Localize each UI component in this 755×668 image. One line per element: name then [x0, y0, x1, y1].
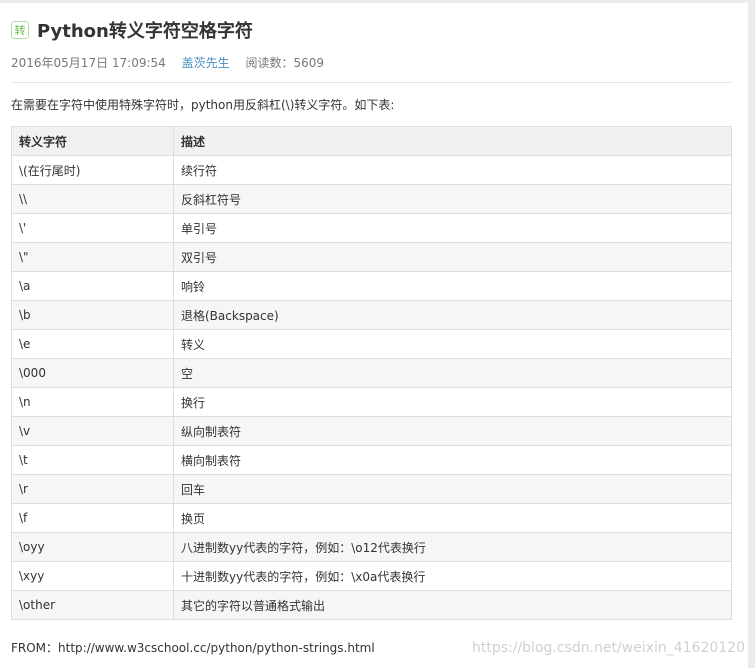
description-cell: 空 — [173, 358, 732, 388]
escape-cell: \' — [11, 213, 174, 243]
table-row: \b 退格(Backspace) — [11, 300, 732, 330]
header-description: 描述 — [173, 126, 732, 156]
description-cell: 回车 — [173, 474, 732, 504]
escape-cell: \oyy — [11, 532, 174, 562]
description-cell: 其它的字符以普通格式输出 — [173, 590, 732, 620]
table-row: \n 换行 — [11, 387, 732, 417]
article-title: Python转义字符空格字符 — [37, 21, 253, 42]
read-count: 阅读数：5609 — [245, 56, 325, 70]
description-cell: 纵向制表符 — [173, 416, 732, 446]
description-cell: 退格(Backspace) — [173, 300, 732, 330]
escape-cell: \b — [11, 300, 174, 330]
escape-table: 转义字符 描述 \(在行尾时) 续行符 \\ 反斜杠符号 \' 单引号 \" 双… — [11, 126, 732, 620]
description-cell: 十进制数yy代表的字符，例如：\x0a代表换行 — [173, 561, 732, 591]
table-row: \v 纵向制表符 — [11, 416, 732, 446]
divider — [11, 82, 732, 83]
escape-cell: \other — [11, 590, 174, 620]
table-row: \000 空 — [11, 358, 732, 388]
table-row: \other 其它的字符以普通格式输出 — [11, 590, 732, 620]
table-row: \e 转义 — [11, 329, 732, 359]
publish-date: 2016年05月17日 17:09:54 — [11, 56, 166, 70]
description-cell: 转义 — [173, 329, 732, 359]
blog-watermark: https://blog.csdn.net/weixin_41620120 — [471, 640, 745, 656]
table-row: \xyy 十进制数yy代表的字符，例如：\x0a代表换行 — [11, 561, 732, 591]
article-header: 转 Python转义字符空格字符 — [11, 18, 253, 42]
escape-cell: \a — [11, 271, 174, 301]
table-row: \" 双引号 — [11, 242, 732, 272]
description-cell: 横向制表符 — [173, 445, 732, 475]
description-cell: 换行 — [173, 387, 732, 417]
repost-badge: 转 — [11, 21, 29, 39]
table-row: \\ 反斜杠符号 — [11, 184, 732, 214]
table-row: \f 换页 — [11, 503, 732, 533]
article-card: 转 Python转义字符空格字符 2016年05月17日 17:09:54 盖茨… — [0, 3, 748, 668]
author-link[interactable]: 盖茨先生 — [182, 56, 230, 70]
escape-cell: \f — [11, 503, 174, 533]
description-cell: 双引号 — [173, 242, 732, 272]
table-row: \r 回车 — [11, 474, 732, 504]
table-row: \' 单引号 — [11, 213, 732, 243]
description-cell: 单引号 — [173, 213, 732, 243]
escape-cell: \e — [11, 329, 174, 359]
escape-cell: \t — [11, 445, 174, 475]
table-header-row: 转义字符 描述 — [11, 126, 732, 156]
table-row: \a 响铃 — [11, 271, 732, 301]
description-cell: 换页 — [173, 503, 732, 533]
escape-cell: \n — [11, 387, 174, 417]
description-cell: 八进制数yy代表的字符，例如：\o12代表换行 — [173, 532, 732, 562]
escape-cell: \000 — [11, 358, 174, 388]
source-line: FROM：http://www.w3cschool.cc/python/pyth… — [11, 641, 375, 655]
escape-cell: \" — [11, 242, 174, 272]
table-row: \oyy 八进制数yy代表的字符，例如：\o12代表换行 — [11, 532, 732, 562]
escape-cell: \xyy — [11, 561, 174, 591]
header-escape-char: 转义字符 — [11, 126, 174, 156]
escape-cell: \v — [11, 416, 174, 446]
escape-cell: \(在行尾时) — [11, 155, 174, 185]
table-row: \(在行尾时) 续行符 — [11, 155, 732, 185]
table-row: \t 横向制表符 — [11, 445, 732, 475]
intro-text: 在需要在字符中使用特殊字符时，python用反斜杠(\)转义字符。如下表: — [11, 98, 395, 112]
description-cell: 响铃 — [173, 271, 732, 301]
article-meta: 2016年05月17日 17:09:54 盖茨先生 阅读数：5609 — [11, 54, 324, 71]
description-cell: 反斜杠符号 — [173, 184, 732, 214]
escape-cell: \r — [11, 474, 174, 504]
description-cell: 续行符 — [173, 155, 732, 185]
escape-cell: \\ — [11, 184, 174, 214]
